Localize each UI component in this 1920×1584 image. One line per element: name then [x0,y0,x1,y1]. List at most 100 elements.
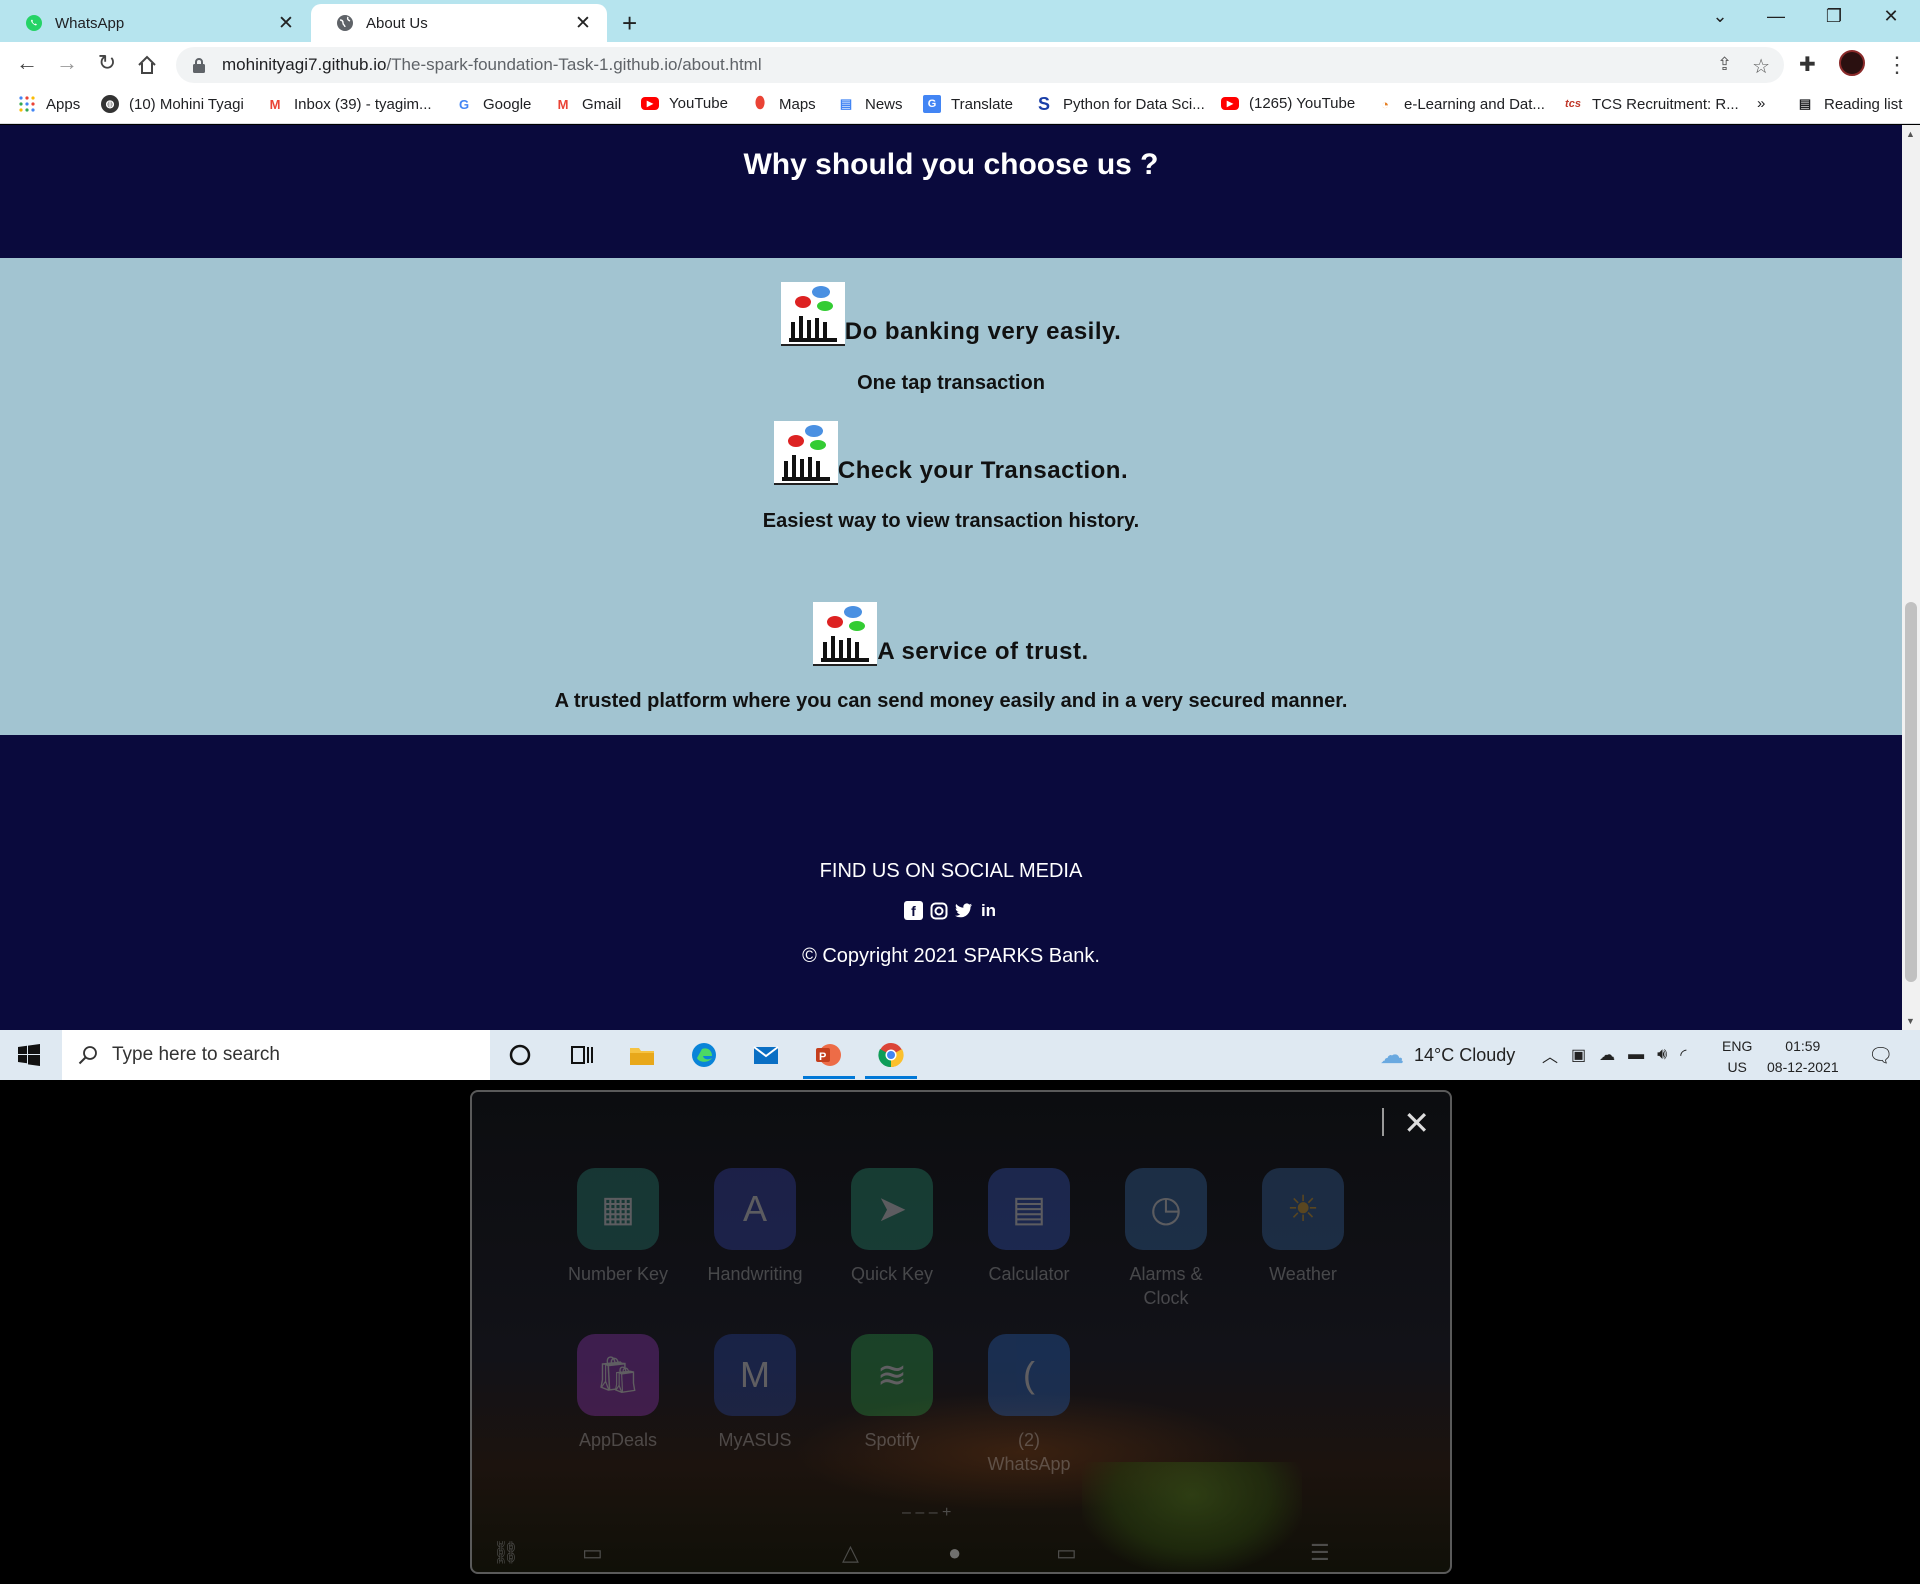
language-indicator[interactable]: ENG US [1722,1036,1752,1078]
feature-heading: A service of trust. [0,602,1902,666]
app-calculator[interactable]: ▤ Calculator [969,1168,1089,1286]
window-switch-icon[interactable]: ▭ [1056,1540,1077,1566]
app-spotify[interactable]: ≋ Spotify [832,1334,952,1452]
bookmark-apps[interactable]: Apps [18,95,80,113]
bookmark-maps[interactable]: ⬮ Maps [751,95,816,113]
tab-about-us[interactable]: About Us ✕ [311,4,607,42]
system-tray: ︿ ▣ ☁ ▬ 🔊︎ ◜ [1542,1030,1686,1080]
tab-whatsapp[interactable]: WhatsApp ✕ [0,4,310,42]
app-weather[interactable]: ☀ Weather [1243,1168,1363,1286]
taskbar-clock[interactable]: 01:59 08-12-2021 [1767,1036,1839,1078]
search-icon [78,1046,97,1065]
screen-icon[interactable]: ▭ [582,1540,603,1566]
bookmark-python[interactable]: S Python for Data Sci... [1035,93,1205,114]
home-dot-icon[interactable]: ● [948,1540,961,1566]
forward-icon[interactable]: → [52,50,82,76]
browser-toolbar: ← → ↻ mohinityagi7.github.io/The-spark-f… [0,42,1920,88]
panel-separator [1382,1108,1384,1136]
battery-icon[interactable]: ▬ [1628,1046,1644,1064]
panel-close-icon[interactable]: ✕ [1403,1104,1430,1142]
address-bar[interactable]: mohinityagi7.github.io/The-spark-foundat… [176,47,1784,83]
app-handwriting[interactable]: A Handwriting [695,1168,815,1286]
restore-icon[interactable]: ❐ [1814,6,1854,27]
whatsapp-app-icon: ( [988,1334,1070,1416]
taskbar-active-indicator [865,1076,917,1079]
url-path: /The-spark-foundation-Task-1.github.io/a… [386,55,762,74]
bookmark-news[interactable]: ▤ News [837,95,903,113]
tab-close-icon[interactable]: ✕ [573,12,593,35]
app-alarms-clock[interactable]: ◷ Alarms & Clock [1106,1168,1226,1310]
app-quick-key[interactable]: ➤ Quick Key [832,1168,952,1286]
windows-start-icon[interactable] [18,1044,40,1066]
app-number-key[interactable]: ▦ Number Key [558,1168,678,1286]
tab-close-icon[interactable]: ✕ [276,12,296,35]
back-icon[interactable]: ← [12,50,42,76]
bookmark-tcs[interactable]: tcs TCS Recruitment: R... [1564,95,1739,113]
reading-list[interactable]: ▤ Reading list [1796,95,1903,113]
more-bookmarks[interactable]: » [1757,95,1765,112]
feature-logo [813,602,878,666]
minimize-icon[interactable]: — [1756,6,1796,27]
instagram-icon[interactable] [929,901,948,920]
wifi-icon[interactable]: ◜ [1680,1045,1686,1065]
scroll-down-icon[interactable]: ▼ [1906,1016,1915,1026]
social-heading: FIND US ON SOCIAL MEDIA [819,860,1083,882]
task-view-icon[interactable] [567,1041,595,1069]
meet-icon[interactable]: ▣ [1571,1045,1586,1065]
bookmark-youtube[interactable]: ▶ YouTube [641,95,728,112]
home-icon[interactable] [136,54,158,76]
app-appdeals[interactable]: 🛍︎ AppDeals [558,1334,678,1452]
bookmark-google[interactable]: G Google [455,95,531,113]
scrollbar-thumb[interactable] [1905,602,1917,982]
bookmark-star-icon[interactable]: ☆ [1752,54,1770,79]
new-tab-icon[interactable]: + [622,8,637,39]
linkedin-icon[interactable]: in [979,901,998,920]
tab-search-icon[interactable]: ⌄ [1700,6,1740,27]
onedrive-icon[interactable]: ☁ [1599,1045,1615,1065]
reload-icon[interactable]: ↻ [92,50,122,76]
link-icon[interactable]: ⛓ [492,1540,520,1566]
whatsapp-icon [26,15,42,31]
brightness-icon[interactable]: △ [842,1540,859,1566]
app-myasus[interactable]: M MyASUS [695,1334,815,1452]
share-icon[interactable]: ⇪ [1717,54,1732,79]
bookmark-youtube-1265[interactable]: ▶ (1265) YouTube [1221,95,1355,112]
facebook-icon[interactable]: f [904,901,923,920]
page-indicator: – – – + [902,1504,952,1521]
page-scrollbar[interactable]: ▲ ▼ [1902,125,1920,1030]
menu-kebab-icon[interactable]: ⋮ [1886,52,1908,78]
spotify-icon: ≋ [851,1334,933,1416]
profile-avatar[interactable] [1839,50,1865,76]
edge-icon[interactable] [690,1041,718,1069]
bookmark-translate[interactable]: G Translate [923,95,1013,113]
bookmark-mohini-tyagi[interactable]: ◍ (10) Mohini Tyagi [101,95,244,113]
window-close-icon[interactable]: ✕ [1871,6,1911,27]
bookmark-gmail[interactable]: M Gmail [554,95,622,113]
cortana-icon[interactable] [506,1041,534,1069]
feature-text: A trusted platform where you can send mo… [554,690,1348,712]
bookmark-inbox[interactable]: M Inbox (39) - tyagim... [266,95,432,113]
twitter-icon[interactable] [954,901,973,920]
feature-heading-text: A service of trust. [877,638,1089,665]
extensions-icon[interactable]: ✚ [1799,52,1816,77]
mail-icon[interactable] [752,1041,780,1069]
news-icon: ▤ [839,96,853,111]
settings-sliders-icon[interactable]: ☰ [1310,1540,1330,1566]
myasus-icon: M [714,1334,796,1416]
taskbar-search[interactable]: Type here to search [62,1030,490,1080]
file-explorer-icon[interactable] [628,1041,656,1069]
google-icon: G [458,96,470,112]
app-whatsapp[interactable]: ( (2) WhatsApp [969,1334,1089,1476]
taskbar-active-indicator [803,1076,855,1079]
notification-icon[interactable]: 🗨︎ [1868,1030,1893,1080]
powerpoint-icon[interactable]: P [814,1041,842,1069]
chevron-up-icon[interactable]: ︿ [1542,1043,1558,1067]
weather-widget[interactable]: ☁ 14°C Cloudy [1380,1030,1515,1080]
youtube-icon: ▶ [1221,97,1239,110]
volume-icon[interactable]: 🔊︎ [1657,1046,1667,1064]
scroll-up-icon[interactable]: ▲ [1906,129,1915,139]
s-icon: S [1037,93,1050,114]
youtube-icon: ▶ [641,97,659,110]
chrome-icon[interactable] [877,1041,905,1069]
bookmark-elearning[interactable]: ◔ e-Learning and Dat... [1376,95,1545,113]
